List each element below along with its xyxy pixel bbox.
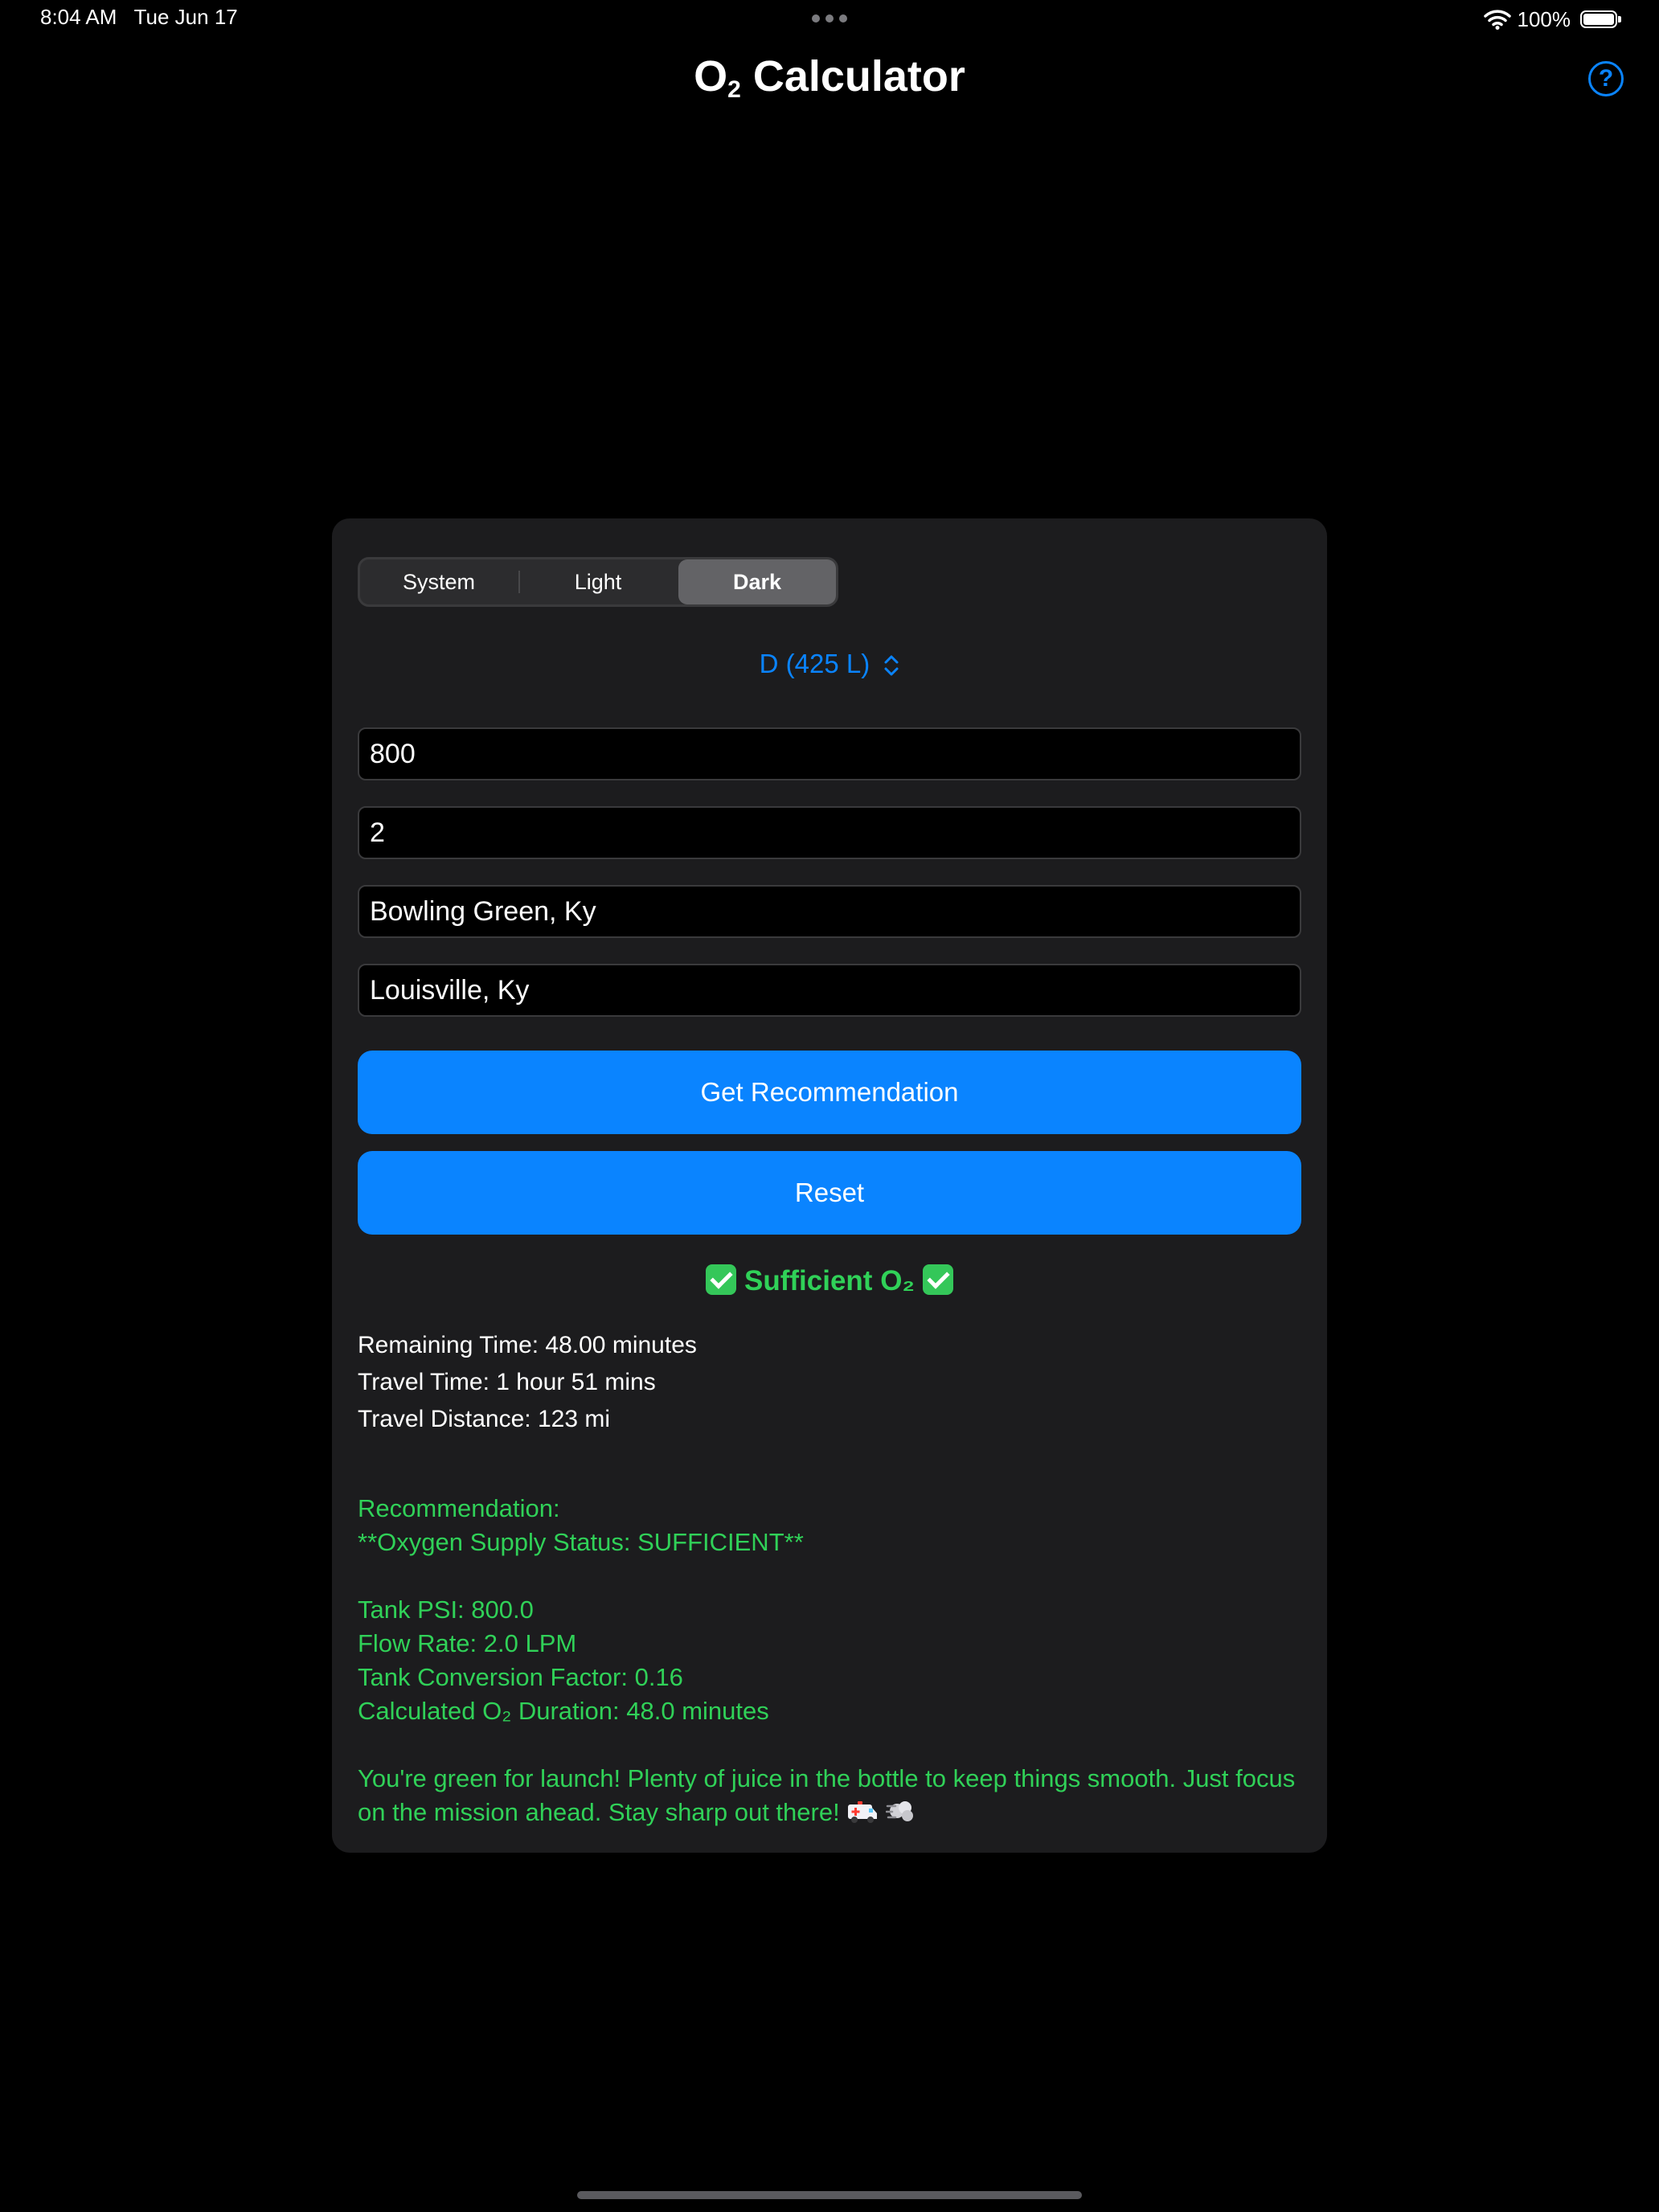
origin-input[interactable] <box>358 885 1301 938</box>
battery-percent: 100% <box>1517 6 1571 31</box>
recommendation-status: **Oxygen Supply Status: SUFFICIENT** <box>358 1528 804 1556</box>
remaining-time: Remaining Time: 48.00 minutes <box>358 1332 697 1358</box>
status-indicators: 100% <box>1483 5 1621 34</box>
status-time-value: 8:04 AM <box>40 5 117 29</box>
tank-psi-input[interactable] <box>358 727 1301 780</box>
title-suffix: Calculator <box>740 52 965 100</box>
flow-rate-input[interactable] <box>358 806 1301 859</box>
ambulance-icon <box>848 1801 878 1823</box>
battery-icon <box>1580 10 1621 28</box>
appearance-segmented-control: System Light Dark <box>358 557 838 607</box>
title-prefix: O <box>694 52 728 100</box>
sufficiency-status: Sufficient O₂ <box>332 1264 1327 1297</box>
chevron-up-down-icon <box>884 655 899 676</box>
sufficiency-label: Sufficient O₂ <box>744 1265 915 1296</box>
reset-button[interactable]: Reset <box>358 1151 1301 1235</box>
home-indicator[interactable] <box>577 2191 1082 2199</box>
recommendation-flow-rate: Flow Rate: 2.0 LPM <box>358 1629 577 1657</box>
travel-time: Travel Time: 1 hour 51 mins <box>358 1369 656 1395</box>
appearance-option-light[interactable]: Light <box>518 559 678 604</box>
title-subscript: 2 <box>727 76 741 103</box>
calculator-card: System Light Dark D (425 L) Get Recommen… <box>332 518 1327 1853</box>
battery-nub <box>1618 16 1621 23</box>
check-mark-icon <box>922 1264 953 1295</box>
recommendation-message: You're green for launch! Plenty of juice… <box>358 1762 1301 1829</box>
app-screen: 8:04 AM Tue Jun 17 100% O2 Calculator ? … <box>0 0 1659 2212</box>
dash-puff-icon <box>885 1801 913 1821</box>
dot <box>839 14 847 23</box>
dot <box>812 14 820 23</box>
recommendation-tank-psi: Tank PSI: 800.0 <box>358 1596 534 1624</box>
status-date-value: Tue Jun 17 <box>133 5 238 29</box>
check-mark-icon <box>706 1264 737 1295</box>
recommendation-header: Recommendation: <box>358 1494 560 1522</box>
destination-input[interactable] <box>358 964 1301 1017</box>
recommendation-conversion-factor: Tank Conversion Factor: 0.16 <box>358 1663 683 1691</box>
appearance-option-dark[interactable]: Dark <box>678 559 836 604</box>
tank-size-picker[interactable]: D (425 L) <box>332 649 1327 679</box>
recommendation-duration: Calculated O₂ Duration: 48.0 minutes <box>358 1697 769 1725</box>
dot <box>825 14 834 23</box>
question-circle-icon[interactable]: ? <box>1588 61 1624 96</box>
get-recommendation-button[interactable]: Get Recommendation <box>358 1051 1301 1134</box>
wifi-icon <box>1483 10 1511 30</box>
travel-distance: Travel Distance: 123 mi <box>358 1406 611 1432</box>
appearance-option-system[interactable]: System <box>360 559 518 604</box>
page-title: O2 Calculator <box>0 51 1659 104</box>
recommendation-message-text: You're green for launch! Plenty of juice… <box>358 1764 1296 1826</box>
tank-size-label: D (425 L) <box>759 649 870 678</box>
status-time: 8:04 AM Tue Jun 17 <box>40 5 238 30</box>
multitasking-dots[interactable] <box>812 14 847 23</box>
battery-fill <box>1583 14 1614 25</box>
